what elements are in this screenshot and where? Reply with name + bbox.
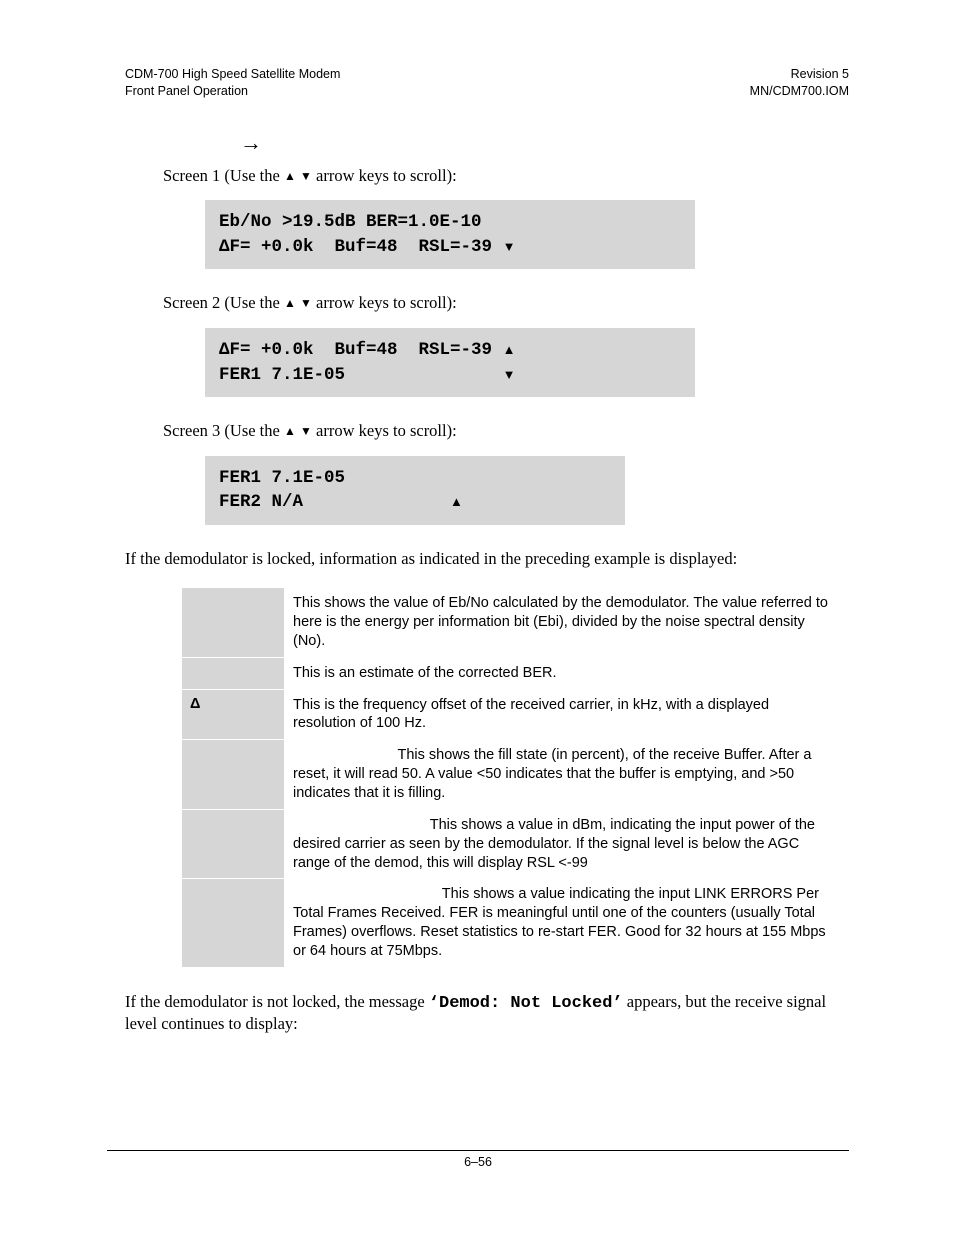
page-header: CDM-700 High Speed Satellite Modem Front…	[125, 66, 849, 100]
header-left-line1: CDM-700 High Speed Satellite Modem	[125, 66, 340, 83]
param-desc: This is an estimate of the corrected BER…	[285, 657, 842, 689]
triangle-up-icon: ▲	[284, 169, 296, 183]
screen-2-caption: Screen 2 (Use the ▲ ▼ arrow keys to scro…	[163, 293, 849, 314]
table-row: This shows the fill state (in percent), …	[182, 740, 842, 810]
param-label	[182, 879, 285, 967]
table-row: This shows a value in dBm, indicating th…	[182, 809, 842, 879]
triangle-down-icon: ▼	[503, 239, 516, 254]
header-left: CDM-700 High Speed Satellite Modem Front…	[125, 66, 340, 100]
param-desc: This is the frequency offset of the rece…	[285, 689, 842, 740]
locked-paragraph: If the demodulator is locked, informatio…	[125, 549, 849, 570]
param-desc: This shows the value of Eb/No calculated…	[285, 588, 842, 658]
param-desc: This shows a value in dBm, indicating th…	[285, 809, 842, 879]
param-label	[182, 740, 285, 810]
header-right-line1: Revision 5	[750, 66, 849, 83]
table-row: This is an estimate of the corrected BER…	[182, 657, 842, 689]
arrow-right-icon: →	[240, 130, 849, 156]
triangle-down-icon: ▼	[300, 296, 312, 310]
triangle-up-icon: ▲	[284, 296, 296, 310]
param-desc: This shows a value indicating the input …	[285, 879, 842, 967]
parameter-table: This shows the value of Eb/No calculated…	[181, 587, 842, 968]
demod-not-locked-code: ‘Demod: Not Locked’	[429, 994, 623, 1013]
param-label	[182, 809, 285, 879]
screen-3-caption: Screen 3 (Use the ▲ ▼ arrow keys to scro…	[163, 421, 849, 442]
page-footer: 6–56	[107, 1150, 849, 1169]
param-label	[182, 657, 285, 689]
screen-1-caption: Screen 1 (Use the ▲ ▼ arrow keys to scro…	[163, 166, 849, 187]
header-right: Revision 5 MN/CDM700.IOM	[750, 66, 849, 100]
lcd-screen-1: Eb/No >19.5dB BER=1.0E-10 ΔF= +0.0k Buf=…	[205, 200, 695, 269]
table-row: Δ This is the frequency offset of the re…	[182, 689, 842, 740]
triangle-down-icon: ▼	[300, 424, 312, 438]
param-label	[182, 588, 285, 658]
header-left-line2: Front Panel Operation	[125, 83, 340, 100]
triangle-up-icon: ▲	[503, 342, 516, 357]
table-row: This shows the value of Eb/No calculated…	[182, 588, 842, 658]
triangle-down-icon: ▼	[503, 367, 516, 382]
header-right-line2: MN/CDM700.IOM	[750, 83, 849, 100]
triangle-down-icon: ▼	[300, 169, 312, 183]
triangle-up-icon: ▲	[450, 494, 463, 509]
triangle-up-icon: ▲	[284, 424, 296, 438]
param-label: Δ	[182, 689, 285, 740]
lcd-screen-2: ΔF= +0.0k Buf=48 RSL=-39 ▲ FER1 7.1E-05 …	[205, 328, 695, 397]
table-row: This shows a value indicating the input …	[182, 879, 842, 967]
lcd-screen-3: FER1 7.1E-05 FER2 N/A ▲	[205, 456, 625, 525]
page-number: 6–56	[464, 1155, 492, 1169]
not-locked-paragraph: If the demodulator is not locked, the me…	[125, 992, 849, 1035]
param-desc: This shows the fill state (in percent), …	[285, 740, 842, 810]
